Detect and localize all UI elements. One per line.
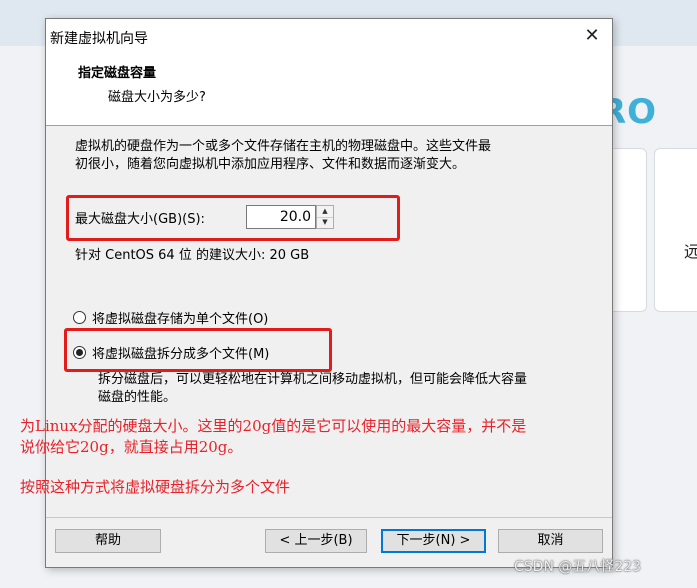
recommended-size-text: 针对 CentOS 64 位 的建议大小: 20 GB [75, 248, 310, 263]
disk-description-line: 初很小，随着您向虚拟机中添加应用程序、文件和数据而逐渐变大。 [75, 157, 466, 172]
radio-multi-file-indicator[interactable] [73, 346, 86, 359]
csdn-watermark: CSDN @五八怪223 [514, 559, 642, 575]
annotation-line: 按照这种方式将虚拟硬盘拆分为多个文件 [20, 478, 291, 496]
spin-down-icon[interactable]: ▼ [317, 217, 333, 228]
dialog-titlebar[interactable]: 新建虚拟机向导 ✕ [46, 19, 612, 53]
radio-multi-file[interactable]: 将虚拟磁盘拆分成多个文件(M) [73, 343, 269, 362]
max-disk-size-input[interactable] [246, 205, 316, 229]
radio-single-file-indicator[interactable] [73, 311, 86, 324]
background-card-text: 远 [684, 242, 697, 261]
dialog-title: 新建虚拟机向导 [50, 31, 148, 47]
cancel-button[interactable]: 取消 [498, 529, 603, 553]
close-button[interactable]: ✕ [578, 23, 606, 49]
annotation-disk-size-note: 为Linux分配的硬盘大小。这里的20g值的是它可以使用的最大容量，并不是 说你… [20, 416, 620, 458]
disk-size-spinner: ▲ ▼ [316, 205, 334, 229]
annotation-line: 说你给它20g，就直接占用20g。 [20, 438, 243, 456]
background-card [654, 148, 697, 312]
split-description-line: 拆分磁盘后，可以更轻松地在计算机之间移动虚拟机，但可能会降低大容量 [98, 372, 528, 387]
new-vm-wizard-dialog: 新建虚拟机向导 ✕ 指定磁盘容量 磁盘大小为多少? 虚拟机的硬盘作为一个或多个文… [20, 18, 613, 568]
max-disk-size-label: 最大磁盘大小(GB)(S): [75, 212, 205, 227]
split-description: 拆分磁盘后，可以更轻松地在计算机之间移动虚拟机，但可能会降低大容量 磁盘的性能。 [98, 371, 598, 407]
wizard-header: 指定磁盘容量 磁盘大小为多少? [46, 53, 612, 126]
back-button[interactable]: < 上一步(B) [265, 529, 367, 553]
disk-description-line: 虚拟机的硬盘作为一个或多个文件存储在主机的物理磁盘中。这些文件最 [75, 139, 492, 154]
footer-divider [46, 517, 612, 518]
next-button[interactable]: 下一步(N) > [381, 529, 486, 553]
radio-multi-file-label: 将虚拟磁盘拆分成多个文件(M) [92, 347, 270, 362]
disk-description: 虚拟机的硬盘作为一个或多个文件存储在主机的物理磁盘中。这些文件最 初很小，随着您… [75, 138, 575, 174]
split-description-line: 磁盘的性能。 [98, 390, 177, 405]
annotation-split-note: 按照这种方式将虚拟硬盘拆分为多个文件 [20, 477, 290, 498]
page-subtitle: 磁盘大小为多少? [108, 90, 206, 105]
page-title: 指定磁盘容量 [78, 66, 157, 81]
annotation-line: 为Linux分配的硬盘大小。这里的20g值的是它可以使用的最大容量，并不是 [20, 417, 527, 435]
radio-single-file-label: 将虚拟磁盘存储为单个文件(O) [92, 312, 269, 327]
help-button[interactable]: 帮助 [55, 529, 161, 553]
radio-single-file[interactable]: 将虚拟磁盘存储为单个文件(O) [73, 308, 268, 327]
